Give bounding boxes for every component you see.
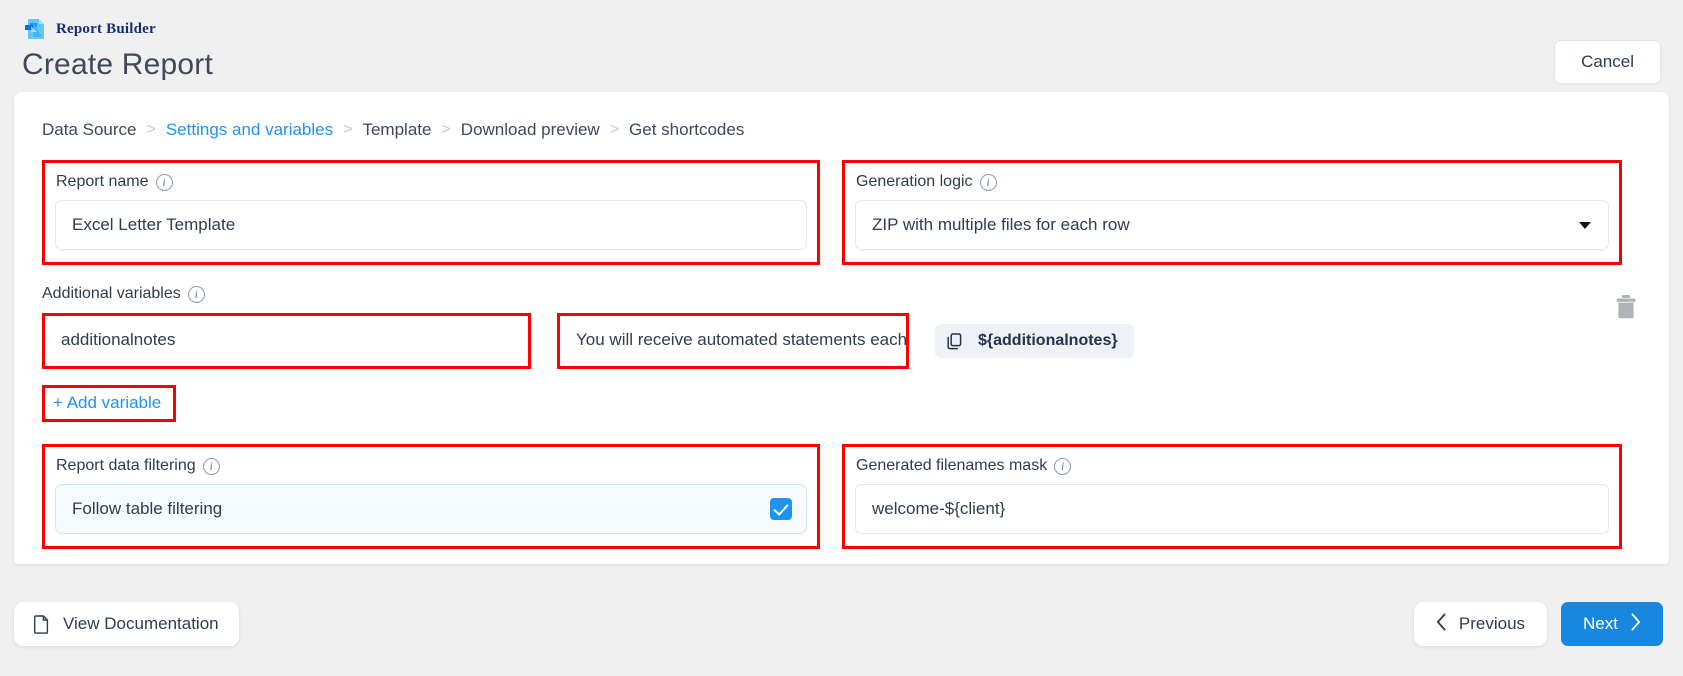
report-name-label-row: Report name i [56,173,807,191]
additional-variables-label-row: Additional variables i [42,285,1641,303]
breadcrumb-separator-icon: > [343,121,353,138]
previous-button[interactable]: Previous [1413,602,1548,646]
additional-variables-section: Additional variables i additionalnotes Y… [14,265,1669,422]
create-report-screen: Report Builder Create Report Cancel Data… [0,0,1683,676]
breadcrumb-step-data-source[interactable]: Data Source [42,120,137,140]
variable-row: additionalnotes You will receive automat… [42,313,1641,369]
delete-variable-button[interactable] [1613,293,1639,321]
report-document-arrow-logo-icon [22,16,48,42]
document-icon [34,614,49,634]
breadcrumb-separator-icon: > [441,121,451,138]
brand: Report Builder [22,16,1661,42]
next-label: Next [1583,614,1618,633]
generated-filenames-mask-input[interactable]: welcome-${client} [855,484,1609,534]
variable-value-highlight: You will receive automated statements ea… [557,313,909,369]
follow-table-filtering-label: Follow table filtering [72,499,223,518]
next-button[interactable]: Next [1561,602,1663,646]
generated-filenames-mask-field-group: Generated filenames mask i welcome-${cli… [842,444,1622,549]
brand-name: Report Builder [56,20,156,37]
info-icon[interactable]: i [1054,457,1072,475]
cancel-button[interactable]: Cancel [1554,40,1661,84]
generation-logic-label-row: Generation logic i [856,173,1609,191]
info-icon[interactable]: i [155,173,173,191]
report-data-filtering-field-group: Report data filtering i Follow table fil… [42,444,820,549]
variable-name-highlight: additionalnotes [42,313,531,369]
generation-logic-selected-value: ZIP with multiple files for each row [872,215,1130,234]
breadcrumb-separator-icon: > [146,121,156,138]
variable-value-input[interactable]: You will receive automated statements ea… [560,316,906,366]
variable-name-input[interactable]: additionalnotes [45,316,528,366]
generation-logic-label: Generation logic [856,173,973,190]
report-name-input[interactable]: Excel Letter Template [55,200,807,250]
copy-icon [947,332,962,350]
chevron-right-icon [1630,613,1641,636]
chevron-left-icon [1436,613,1447,636]
breadcrumb-step-get-shortcodes[interactable]: Get shortcodes [629,120,744,140]
breadcrumb-step-settings-and-variables[interactable]: Settings and variables [166,120,333,140]
follow-table-filtering-checkbox[interactable] [770,498,792,520]
breadcrumb: Data Source > Settings and variables > T… [14,92,1669,140]
report-data-filtering-label: Report data filtering [56,457,196,474]
breadcrumb-step-download-preview[interactable]: Download preview [461,120,600,140]
page-title: Create Report [22,48,214,81]
view-documentation-button[interactable]: View Documentation [14,602,239,646]
add-variable-button[interactable]: + Add variable [45,388,173,419]
previous-label: Previous [1458,614,1526,633]
report-name-field-group: Report name i Excel Letter Template [42,160,820,265]
report-name-label: Report name [56,173,149,190]
fields-row-two: Report data filtering i Follow table fil… [14,424,1669,549]
report-data-filtering-label-row: Report data filtering i [56,457,807,475]
generation-logic-select[interactable]: ZIP with multiple files for each row [855,200,1609,250]
view-documentation-label: View Documentation [63,614,219,633]
variable-shortcode-text: ${additionalnotes} [978,332,1118,349]
breadcrumb-step-template[interactable]: Template [362,120,431,140]
wizard-navigation: Previous Next [1413,602,1663,646]
generated-filenames-mask-label: Generated filenames mask [856,457,1048,474]
fields-row-one: Report name i Excel Letter Template Gene… [14,140,1669,265]
app-header: Report Builder Create Report Cancel [0,0,1683,92]
footer-bar: View Documentation Previous Next [0,586,1683,676]
generation-logic-field-group: Generation logic i ZIP with multiple fil… [842,160,1622,265]
info-icon[interactable]: i [202,457,220,475]
info-icon[interactable]: i [187,285,205,303]
additional-variables-label: Additional variables [42,285,181,302]
breadcrumb-separator-icon: > [609,121,620,138]
generated-filenames-mask-label-row: Generated filenames mask i [856,457,1609,475]
variable-shortcode-copy-chip[interactable]: ${additionalnotes} [935,324,1134,358]
add-variable-highlight: + Add variable [42,385,176,422]
form-card: Data Source > Settings and variables > T… [14,92,1669,564]
chevron-down-icon [1579,222,1591,229]
info-icon[interactable]: i [979,173,997,191]
follow-table-filtering-row[interactable]: Follow table filtering [55,484,807,534]
